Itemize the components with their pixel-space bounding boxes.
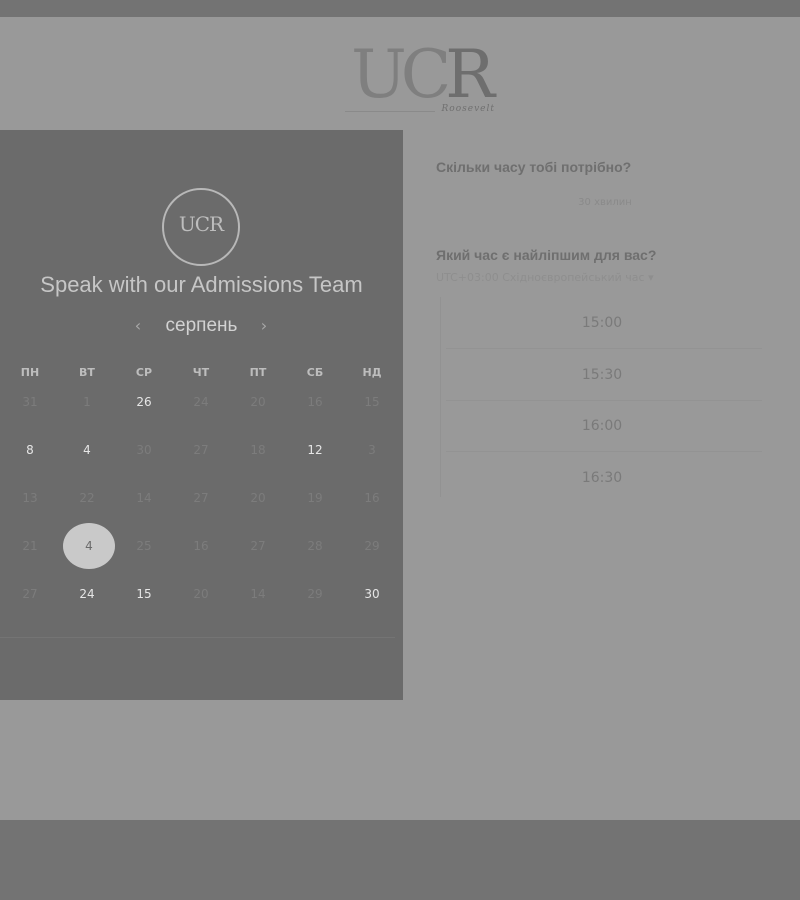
logo-mark-left: UC	[351, 36, 451, 113]
weekday-label: СР	[135, 366, 153, 379]
chevron-right-icon[interactable]: ›	[254, 314, 274, 338]
calendar-day: 20	[193, 587, 209, 601]
calendar-day: 27	[250, 539, 266, 553]
weekday-label: НД	[362, 366, 382, 379]
weekday-label: ПН	[20, 366, 40, 379]
calendar-day[interactable]: 24	[65, 582, 109, 606]
calendar-day-selected[interactable]: 4	[63, 523, 115, 569]
logo-mark-right: R	[445, 36, 495, 113]
calendar-panel: UCR Speak with our Admissions Team ‹ сер…	[0, 130, 403, 700]
calendar-day[interactable]: 4	[65, 438, 109, 462]
calendar-day: 13	[22, 491, 38, 505]
weekday-label: ЧТ	[192, 366, 210, 379]
calendar-day[interactable]: 26	[122, 390, 166, 414]
calendar-day: 24	[193, 395, 209, 409]
calendar-day: 29	[307, 587, 323, 601]
slot-divider	[446, 400, 762, 401]
calendar-day: 16	[307, 395, 323, 409]
calendar-day: 21	[22, 539, 38, 553]
logo-subtitle: Roosevelt	[441, 104, 495, 114]
time-question: Який час є найліпшим для вас?	[436, 247, 657, 263]
time-slot-button[interactable]: 16:30	[442, 458, 762, 498]
calendar-day: 16	[364, 491, 380, 505]
weekday-label: ПТ	[249, 366, 267, 379]
calendar-day: 25	[136, 539, 152, 553]
ucr-badge: UCR	[162, 188, 240, 266]
calendar-day[interactable]: 12	[293, 438, 337, 462]
calendar-day: 14	[136, 491, 152, 505]
calendar-title: Speak with our Admissions Team	[40, 272, 363, 297]
badge-text: UCR	[178, 212, 224, 236]
time-slot-button[interactable]: 15:00	[442, 303, 762, 343]
calendar-day: 14	[250, 587, 266, 601]
calendar-day: 1	[83, 395, 91, 409]
calendar-day: 19	[307, 491, 323, 505]
calendar-day[interactable]: 8	[8, 438, 52, 462]
calendar-day: 31	[22, 395, 38, 409]
month-label: серпень	[165, 315, 238, 336]
timezone-select[interactable]: UTC+03:00 Східноєвропейський час ▾	[436, 271, 654, 284]
calendar-day: 27	[22, 587, 38, 601]
slot-divider	[446, 451, 762, 452]
calendar-day: 28	[307, 539, 323, 553]
panel-divider	[0, 637, 395, 638]
page-content: UCR Roosevelt UCR Speak with our Admissi…	[0, 17, 800, 820]
calendar-day: 15	[364, 395, 380, 409]
calendar-day: 27	[193, 491, 209, 505]
chevron-left-icon[interactable]: ‹	[128, 314, 148, 338]
duration-select[interactable]: 30 хвилин	[540, 197, 670, 208]
calendar-day: 29	[364, 539, 380, 553]
weekday-header: ПН ВТ СР ЧТ ПТ СБ НД	[0, 366, 403, 382]
duration-question: Скільки часу тобі потрібно?	[436, 159, 632, 175]
calendar-day: 20	[250, 491, 266, 505]
time-slot-button[interactable]: 16:00	[442, 406, 762, 446]
slot-divider	[446, 348, 762, 349]
calendar-day[interactable]: 30	[350, 582, 394, 606]
calendar-day: 22	[79, 491, 95, 505]
time-slot-button[interactable]: 15:30	[442, 355, 762, 395]
calendar-day: 20	[250, 395, 266, 409]
calendar-day: 18	[250, 443, 266, 457]
footer-band	[0, 820, 800, 900]
calendar-day: 3	[368, 443, 376, 457]
calendar-day: 16	[193, 539, 209, 553]
calendar-day: 27	[193, 443, 209, 457]
weekday-label: ВТ	[79, 366, 95, 379]
month-navigation: ‹ серпень ›	[0, 314, 403, 340]
calendar-day[interactable]: 15	[122, 582, 166, 606]
weekday-label: СБ	[306, 366, 324, 379]
logo-mark: UCR	[335, 37, 505, 113]
calendar-day: 30	[136, 443, 152, 457]
ucr-logo[interactable]: UCR Roosevelt	[335, 37, 505, 122]
